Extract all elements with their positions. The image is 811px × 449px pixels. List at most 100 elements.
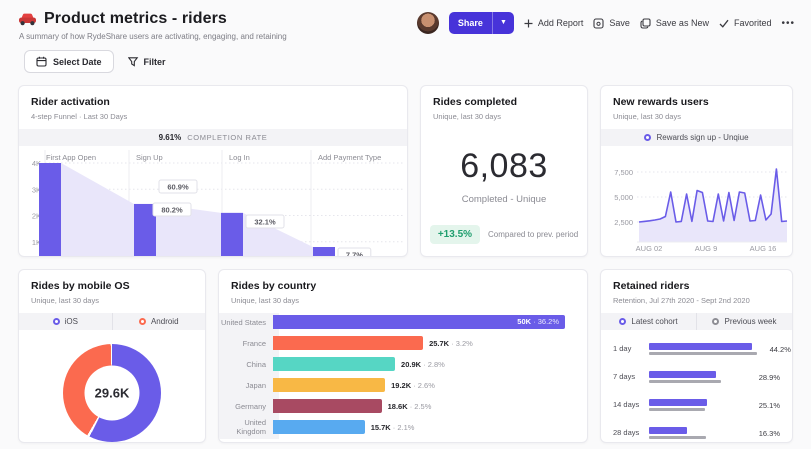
x-tick-label: AUG 16 bbox=[750, 244, 777, 253]
country-row: United States50K · 36.2% bbox=[219, 315, 579, 329]
save-as-new-button[interactable]: Save as New bbox=[640, 18, 709, 29]
legend-item-ios[interactable]: iOS bbox=[19, 313, 112, 330]
previous-week-bar[interactable] bbox=[649, 352, 757, 355]
funnel-step-label: Sign Up bbox=[136, 153, 163, 162]
card-subtitle: Unique, last 30 days bbox=[433, 112, 575, 121]
previous-week-bar[interactable] bbox=[649, 408, 705, 411]
country-label: Germany bbox=[219, 402, 273, 411]
retention-period-label: 7 days bbox=[613, 370, 649, 381]
card-rides-completed: Rides completed Unique, last 30 days 6,0… bbox=[420, 85, 588, 257]
legend-dot-icon bbox=[619, 318, 626, 325]
funnel-bar-1[interactable] bbox=[39, 163, 61, 257]
legend-dot-icon bbox=[712, 318, 719, 325]
retention-period-label: 1 day bbox=[613, 342, 649, 353]
share-button[interactable]: Share ▼ bbox=[449, 12, 514, 34]
funnel-step-label: First App Open bbox=[46, 153, 96, 162]
bar-value-label: 20.9K · 2.8% bbox=[401, 360, 445, 369]
retention-row: 7 days 28.9% bbox=[613, 370, 780, 398]
top-bar: Product metrics - riders A summary of ho… bbox=[0, 0, 811, 41]
card-retained-riders: Retained riders Retention, Jul 27th 2020… bbox=[600, 269, 793, 443]
country-row: Japan19.2K · 2.6% bbox=[219, 378, 579, 392]
legend-item-rewards[interactable]: Rewards sign up - Unqiue bbox=[601, 129, 792, 146]
card-rides-by-mobile-os: Rides by mobile OS Unique, last 30 days … bbox=[18, 269, 206, 443]
conversion-tag-value: 7.7% bbox=[346, 251, 363, 258]
cards-row-1: Rider activation 4-step Funnel · Last 30… bbox=[18, 85, 793, 257]
favorited-button[interactable]: Favorited bbox=[719, 18, 772, 28]
latest-cohort-bar[interactable] bbox=[649, 399, 707, 406]
latest-cohort-bar[interactable] bbox=[649, 343, 752, 350]
funnel-bar-3[interactable] bbox=[221, 213, 243, 257]
retention-row: 1 day44.2% bbox=[613, 342, 780, 370]
retention-pct-value: 28.9% bbox=[746, 370, 780, 382]
funnel-step-label: Add Payment Type bbox=[318, 153, 381, 162]
completion-rate-value: 9.61% bbox=[159, 133, 182, 142]
chart-legend: Rewards sign up - Unqiue bbox=[601, 129, 792, 146]
conversion-tag-value: 60.9% bbox=[167, 183, 189, 192]
funnel-bar-4[interactable] bbox=[313, 247, 335, 257]
retention-row: 28 days16.3% bbox=[613, 426, 780, 443]
country-label: United States bbox=[219, 318, 273, 327]
save-button[interactable]: Save bbox=[593, 18, 630, 29]
bar-value-label: 15.7K · 2.1% bbox=[371, 423, 415, 432]
check-icon bbox=[719, 19, 729, 28]
latest-cohort-bar[interactable] bbox=[649, 427, 687, 434]
card-title: Rides completed bbox=[433, 96, 575, 108]
plus-icon bbox=[524, 19, 533, 28]
donut-chart[interactable]: 29.6K bbox=[63, 344, 161, 442]
card-subtitle: Retention, Jul 27th 2020 - Sept 2nd 2020 bbox=[613, 296, 780, 305]
legend-item-previous-week[interactable]: Previous week bbox=[696, 313, 792, 330]
donut-hole: 29.6K bbox=[85, 366, 140, 421]
funnel-chart[interactable]: 4K3K2K1KFirst App OpenSign UpLog InAdd P… bbox=[19, 148, 407, 257]
retention-pct-value: 16.3% bbox=[746, 426, 780, 438]
add-report-button[interactable]: Add Report bbox=[524, 18, 584, 28]
country-row: China20.9K · 2.8% bbox=[219, 357, 579, 371]
retention-period-label: 14 days bbox=[613, 398, 649, 409]
chevron-down-icon[interactable]: ▼ bbox=[492, 12, 514, 34]
legend-item-latest-cohort[interactable]: Latest cohort bbox=[601, 313, 696, 330]
card-rider-activation: Rider activation 4-step Funnel · Last 30… bbox=[18, 85, 408, 257]
rewards-line-chart[interactable]: 7,5005,0002,500AUG 02AUG 9AUG 16 bbox=[601, 146, 792, 254]
country-bar-3[interactable] bbox=[273, 357, 395, 371]
retention-bars bbox=[649, 398, 746, 411]
metric-value: 6,083 bbox=[460, 147, 548, 186]
funnel-svg: 4K3K2K1KFirst App OpenSign UpLog InAdd P… bbox=[19, 148, 407, 257]
area-fill bbox=[639, 169, 787, 242]
country-bar-1[interactable]: 50K · 36.2% bbox=[273, 315, 565, 329]
x-tick-label: AUG 9 bbox=[695, 244, 718, 253]
select-date-button[interactable]: Select Date bbox=[24, 50, 114, 73]
toolbar: Share ▼ Add Report Save Save as New Favo… bbox=[417, 12, 795, 34]
country-bar-5[interactable] bbox=[273, 399, 382, 413]
completion-rate-band: 9.61% COMPLETION RATE bbox=[19, 129, 407, 146]
previous-week-bar[interactable] bbox=[649, 380, 721, 383]
card-subtitle: Unique, last 30 days bbox=[613, 112, 780, 121]
retention-bars bbox=[649, 370, 746, 383]
copy-icon bbox=[640, 18, 651, 29]
card-title: Rider activation bbox=[31, 96, 395, 108]
retention-pct-value: 44.2% bbox=[757, 342, 791, 354]
country-bar-4[interactable] bbox=[273, 378, 385, 392]
user-avatar[interactable] bbox=[417, 12, 439, 34]
previous-week-bar[interactable] bbox=[649, 436, 706, 439]
bar-value-label: 19.2K · 2.6% bbox=[391, 381, 435, 390]
chart-legend: iOS Android bbox=[19, 313, 205, 330]
country-row: Germany18.6K · 2.5% bbox=[219, 399, 579, 413]
delta-note: Compared to prev. period bbox=[488, 230, 578, 239]
card-title: New rewards users bbox=[613, 96, 780, 108]
conversion-tag-value: 80.2% bbox=[161, 206, 183, 215]
latest-cohort-bar[interactable] bbox=[649, 371, 716, 378]
retention-bars bbox=[649, 426, 746, 439]
car-icon bbox=[18, 13, 37, 26]
page-subtitle: A summary of how RydeShare users are act… bbox=[19, 32, 287, 41]
funnel-icon bbox=[128, 57, 139, 67]
rewards-svg: 7,5005,0002,500AUG 02AUG 9AUG 16 bbox=[601, 146, 793, 254]
legend-dot-icon bbox=[53, 318, 60, 325]
country-bar-2[interactable] bbox=[273, 336, 423, 350]
filter-button[interactable]: Filter bbox=[128, 57, 166, 67]
card-subtitle: Unique, last 30 days bbox=[231, 296, 575, 305]
more-options-button[interactable]: ••• bbox=[781, 18, 795, 29]
card-title: Rides by country bbox=[231, 280, 575, 292]
retention-row: 14 days25.1% bbox=[613, 398, 780, 426]
country-bar-6[interactable] bbox=[273, 420, 365, 434]
legend-item-android[interactable]: Android bbox=[112, 313, 206, 330]
data-line[interactable] bbox=[639, 169, 787, 222]
